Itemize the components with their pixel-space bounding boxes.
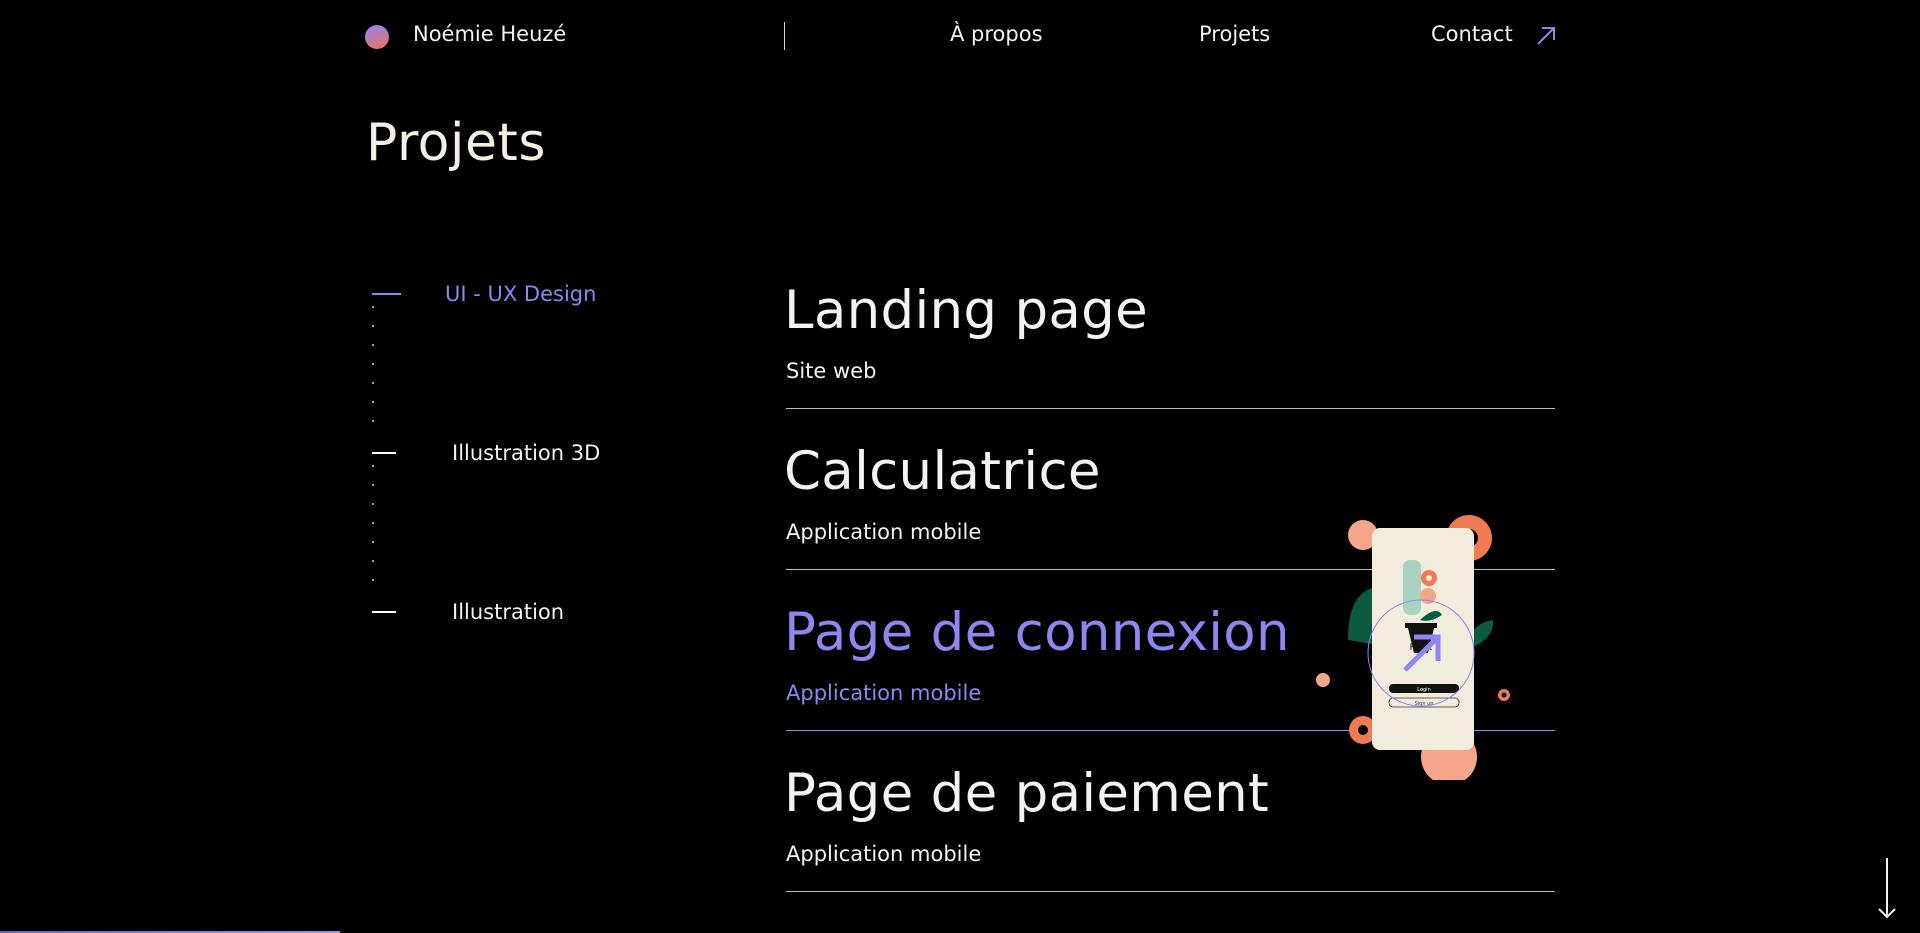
nav-link-contact[interactable]: Contact [1431, 22, 1513, 46]
category-illustration[interactable]: Illustration [452, 600, 564, 624]
project-divider [786, 408, 1555, 409]
dot [372, 560, 374, 562]
brand-name[interactable]: Noémie Heuzé [413, 22, 566, 46]
project-subtitle: Application mobile [786, 842, 982, 866]
project-title[interactable]: Page de paiement [784, 763, 1269, 824]
dot [372, 465, 374, 467]
project-subtitle: Site web [786, 359, 877, 383]
project-title[interactable]: Calculatrice [784, 441, 1101, 502]
category-dash [372, 293, 401, 295]
page-title: Projets [366, 113, 546, 173]
logo-dot[interactable] [365, 25, 389, 49]
plant-leaf [1403, 560, 1421, 615]
decor-dot-hole [1501, 692, 1507, 698]
dot [372, 522, 374, 524]
project-preview-image[interactable]: Plant Login Sign up [1310, 505, 1510, 780]
dot [372, 325, 374, 327]
project-title[interactable]: Landing page [784, 280, 1148, 341]
project-subtitle: Application mobile [786, 681, 982, 705]
dot [372, 420, 374, 422]
dot [372, 382, 374, 384]
category-dots [372, 465, 374, 585]
project-subtitle: Application mobile [786, 520, 982, 544]
project-title[interactable]: Page de connexion [784, 602, 1290, 663]
plant-pot [1405, 623, 1437, 628]
scroll-down-arrow-icon[interactable] [1875, 858, 1899, 920]
preview-login-label: Login [1417, 687, 1431, 693]
dot [372, 363, 374, 365]
dot [372, 306, 374, 308]
dot [372, 344, 374, 346]
arrow-up-right-icon[interactable] [1535, 25, 1557, 47]
header-divider [784, 22, 785, 50]
dot [372, 541, 374, 543]
decor-dot [1316, 673, 1330, 687]
decor-ring-hole [1358, 725, 1368, 735]
category-dots [372, 306, 374, 426]
decor-ring-hole [1426, 575, 1432, 581]
project-divider [786, 891, 1555, 892]
category-dash [372, 452, 396, 454]
nav-link-projects[interactable]: Projets [1199, 22, 1270, 46]
dot [372, 503, 374, 505]
category-ui-ux-design[interactable]: UI - UX Design [445, 282, 596, 306]
dot [372, 401, 374, 403]
category-dash [372, 611, 396, 613]
dot [372, 579, 374, 581]
nav-link-about[interactable]: À propos [950, 22, 1043, 46]
category-illustration-3d[interactable]: Illustration 3D [452, 441, 600, 465]
dot [372, 484, 374, 486]
